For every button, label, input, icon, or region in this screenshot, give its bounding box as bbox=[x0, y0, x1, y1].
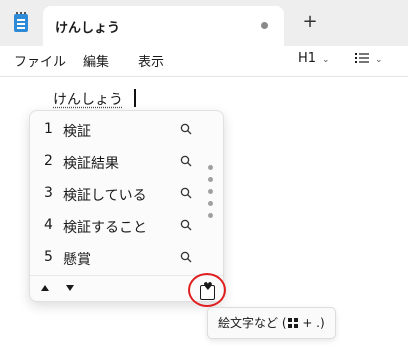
candidate-number: 5 bbox=[44, 249, 53, 265]
search-icon[interactable] bbox=[180, 219, 192, 231]
tooltip-suffix: + .) bbox=[298, 316, 325, 330]
document-tab[interactable]: けんしょう bbox=[43, 6, 284, 46]
candidate-text: 検証結果 bbox=[63, 156, 119, 172]
candidate-item[interactable]: 3 検証している bbox=[30, 177, 223, 209]
candidate-text: 検証 bbox=[63, 124, 91, 140]
tab-title: けんしょう bbox=[55, 21, 121, 36]
ime-candidate-window: 1 検証 2 検証結果 3 検証している 4 検証すること 5 懸賞 bbox=[29, 110, 224, 302]
page-up-icon[interactable] bbox=[41, 285, 49, 291]
menu-bar: ファイル 編集 表示 H1 ⌄ ⌄ bbox=[0, 46, 408, 77]
menu-edit[interactable]: 編集 bbox=[81, 51, 111, 70]
emoji-tooltip: 絵文字など ( + .) bbox=[207, 307, 336, 339]
candidate-scroll-indicator[interactable] bbox=[206, 165, 216, 221]
heading-dropdown[interactable]: H1 ⌄ bbox=[298, 51, 330, 66]
new-tab-button[interactable]: + bbox=[300, 12, 320, 32]
notepad-app-icon bbox=[14, 12, 28, 32]
candidate-number: 4 bbox=[44, 217, 53, 233]
candidate-text: 懸賞 bbox=[63, 252, 91, 268]
search-icon[interactable] bbox=[180, 187, 192, 199]
chevron-down-icon: ⌄ bbox=[322, 55, 330, 65]
tooltip-prefix: 絵文字など ( bbox=[218, 316, 287, 330]
heading-label: H1 bbox=[298, 51, 317, 66]
list-dropdown[interactable]: ⌄ bbox=[355, 51, 383, 66]
search-icon[interactable] bbox=[180, 123, 192, 135]
candidate-item[interactable]: 5 懸賞 bbox=[30, 241, 223, 273]
candidate-item[interactable]: 2 検証結果 bbox=[30, 145, 223, 177]
search-icon[interactable] bbox=[180, 155, 192, 167]
list-icon bbox=[355, 53, 369, 63]
chevron-down-icon: ⌄ bbox=[375, 55, 383, 65]
unsaved-indicator-icon[interactable] bbox=[261, 22, 268, 29]
candidate-number: 1 bbox=[44, 121, 53, 137]
windows-key-icon bbox=[287, 318, 298, 328]
search-icon[interactable] bbox=[180, 251, 192, 263]
highlight-circle bbox=[188, 273, 226, 307]
candidate-number: 2 bbox=[44, 153, 53, 169]
menu-view[interactable]: 表示 bbox=[136, 51, 166, 70]
menu-file[interactable]: ファイル bbox=[12, 51, 68, 70]
text-caret bbox=[134, 89, 136, 107]
candidate-item[interactable]: 1 検証 bbox=[30, 113, 223, 145]
candidate-number: 3 bbox=[44, 185, 53, 201]
editor-composition-text[interactable]: けんしょう bbox=[53, 89, 123, 109]
page-down-icon[interactable] bbox=[66, 285, 74, 291]
title-bar: けんしょう + bbox=[0, 0, 408, 46]
candidate-text: 検証している bbox=[63, 188, 147, 204]
candidate-item[interactable]: 4 検証すること bbox=[30, 209, 223, 241]
candidate-text: 検証すること bbox=[63, 220, 147, 236]
